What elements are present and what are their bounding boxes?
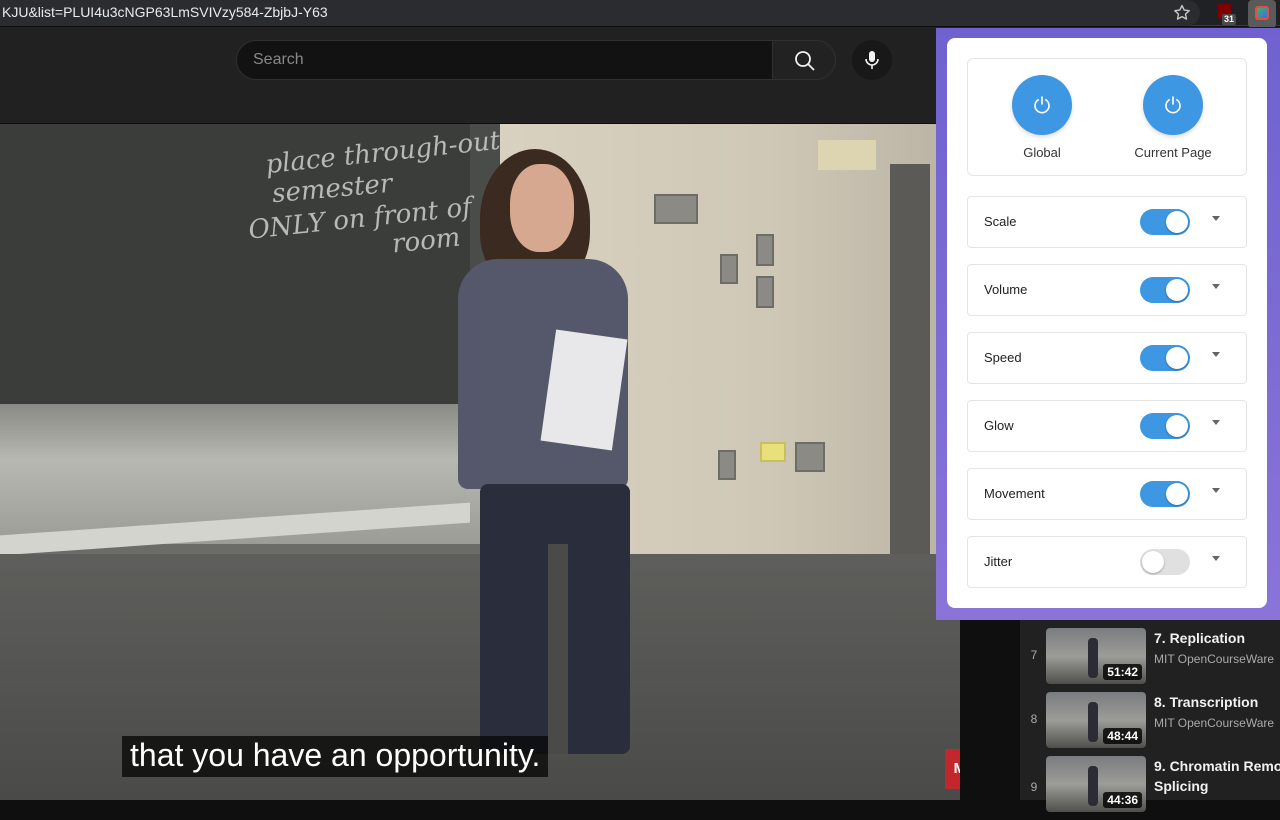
volume-toggle[interactable] [1140, 277, 1190, 303]
video-wall-sticky-note [760, 442, 786, 462]
bookmark-star-icon[interactable] [1172, 3, 1192, 23]
jitter-toggle[interactable] [1140, 549, 1190, 575]
setting-row-movement: Movement [967, 468, 1247, 520]
chevron-down-icon [1212, 216, 1220, 221]
setting-label: Movement [984, 486, 1045, 501]
extension-badge-count: 31 [1222, 14, 1237, 25]
playlist-item-index: 7 [1030, 648, 1038, 662]
video-player[interactable]: place through-out semester ONLY on front… [0, 124, 960, 800]
setting-label: Scale [984, 214, 1017, 229]
playlist-item[interactable]: 9 44:36 9. Chromatin Remod Splicing [1020, 756, 1280, 820]
playlist-item-thumbnail[interactable]: 44:36 [1046, 756, 1146, 812]
extension-logo-icon [1255, 6, 1269, 20]
chevron-down-icon [1212, 352, 1220, 357]
thumbnail-figure [1088, 766, 1098, 806]
video-blackboard [0, 124, 500, 414]
browser-toolbar: KJU&list=PLUI4u3cNGP63LmSVIVzy584-ZbjbJ-… [0, 0, 1280, 28]
setting-row-glow: Glow [967, 400, 1247, 452]
playlist-item-title[interactable]: 7. Replication [1154, 628, 1245, 648]
video-wall-plate [756, 276, 774, 308]
playlist-item-thumbnail[interactable]: 51:42 [1046, 628, 1146, 684]
video-wall-plate [756, 234, 774, 266]
chevron-down-icon [1212, 284, 1220, 289]
video-wall-plate [718, 450, 736, 480]
active-extension-icon[interactable] [1248, 0, 1276, 28]
video-person-paper [540, 329, 628, 451]
volume-expand-button[interactable] [1204, 277, 1228, 303]
global-power-label: Global [1023, 145, 1061, 160]
voice-search-button[interactable] [852, 40, 892, 80]
jitter-expand-button[interactable] [1204, 549, 1228, 575]
glow-expand-button[interactable] [1204, 413, 1228, 439]
playlist-item-title[interactable]: 9. Chromatin Remod [1154, 756, 1280, 776]
setting-row-scale: Scale [967, 196, 1247, 248]
current-page-power-label: Current Page [1134, 145, 1212, 160]
playlist-item[interactable]: 8 48:44 8. Transcription MIT OpenCourseW… [1020, 692, 1280, 756]
address-bar-url[interactable]: KJU&list=PLUI4u3cNGP63LmSVIVzy584-ZbjbJ-… [2, 4, 328, 20]
speed-toggle[interactable] [1140, 345, 1190, 371]
playlist-item-title-line2[interactable]: Splicing [1154, 776, 1208, 796]
setting-label: Glow [984, 418, 1014, 433]
toggle-knob [1166, 415, 1188, 437]
setting-label: Jitter [984, 554, 1013, 569]
toggle-knob [1142, 551, 1164, 573]
playlist-item-duration: 51:42 [1103, 664, 1142, 680]
video-caption: that you have an opportunity. [122, 736, 549, 777]
playlist-item[interactable]: 7 51:42 7. Replication MIT OpenCourseWar… [1020, 628, 1280, 692]
thumbnail-figure [1088, 638, 1098, 678]
playlist-item-index: 8 [1030, 712, 1038, 726]
playlist-item-channel: MIT OpenCourseWare [1154, 716, 1275, 730]
setting-row-jitter: Jitter [967, 536, 1247, 588]
power-icon [1165, 96, 1181, 114]
microphone-icon [865, 51, 879, 69]
playlist-item-duration: 48:44 [1103, 728, 1142, 744]
playlist-item-duration: 44:36 [1103, 792, 1142, 808]
video-wall-sign [818, 140, 876, 170]
toggle-knob [1166, 279, 1188, 301]
power-icon [1034, 96, 1050, 114]
setting-label: Volume [984, 282, 1028, 297]
playlist-item-channel: MIT OpenCourseWare [1154, 652, 1275, 666]
power-card: Global Current Page [967, 58, 1247, 176]
glow-toggle[interactable] [1140, 413, 1190, 439]
ublock-extension-icon[interactable]: 31 [1214, 3, 1237, 25]
search-icon [795, 51, 815, 71]
playlist-item-title[interactable]: 8. Transcription [1154, 692, 1258, 712]
setting-label: Speed [984, 350, 1022, 365]
current-page-power-button[interactable] [1143, 75, 1203, 135]
extension-popup: Global Current Page Scale Volume Speed Glow… [947, 38, 1267, 608]
toggle-knob [1166, 347, 1188, 369]
setting-row-speed: Speed [967, 332, 1247, 384]
scale-toggle[interactable] [1140, 209, 1190, 235]
toggle-knob [1166, 211, 1188, 233]
chevron-down-icon [1212, 420, 1220, 425]
toggle-knob [1166, 483, 1188, 505]
thumbnail-figure [1088, 702, 1098, 742]
chevron-down-icon [1212, 556, 1220, 561]
movement-toggle[interactable] [1140, 481, 1190, 507]
video-wall-plate [654, 194, 698, 224]
chevron-down-icon [1212, 488, 1220, 493]
video-wall-plate [795, 442, 825, 472]
search-placeholder: Search [253, 51, 304, 68]
video-person-leg-gap [548, 544, 568, 754]
search-button[interactable] [772, 40, 836, 80]
playlist-item-index: 9 [1030, 780, 1038, 794]
scale-expand-button[interactable] [1204, 209, 1228, 235]
playlist-item-thumbnail[interactable]: 48:44 [1046, 692, 1146, 748]
setting-row-volume: Volume [967, 264, 1247, 316]
movement-expand-button[interactable] [1204, 481, 1228, 507]
mit-logo[interactable]: MIT [945, 749, 960, 789]
search-input[interactable]: Search [236, 40, 773, 80]
video-person-face [510, 164, 574, 252]
speed-expand-button[interactable] [1204, 345, 1228, 371]
video-wall-plate [720, 254, 738, 284]
global-power-button[interactable] [1012, 75, 1072, 135]
